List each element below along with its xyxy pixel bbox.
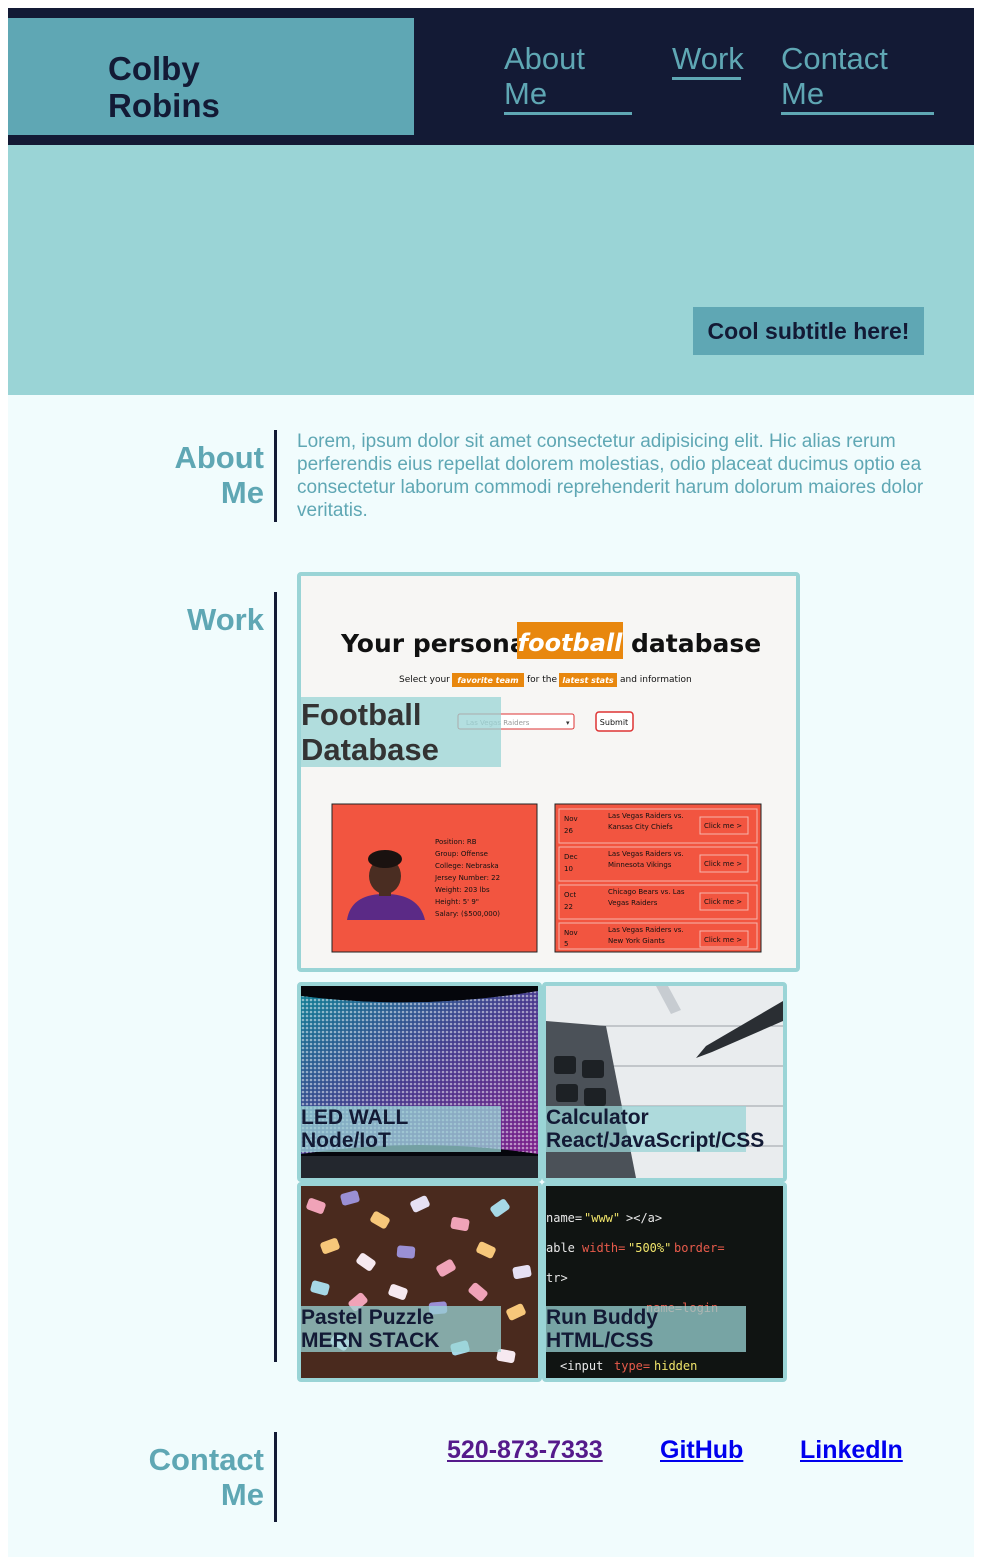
svg-text:10: 10 xyxy=(564,865,573,873)
svg-text:Height: 5' 9": Height: 5' 9" xyxy=(435,898,479,906)
about-divider xyxy=(274,430,277,522)
page: Colby Robins About Me Work Contact Me Co… xyxy=(8,8,974,1557)
svg-text:hidden: hidden xyxy=(654,1359,697,1373)
svg-text:Click me >: Click me > xyxy=(704,898,742,906)
svg-text:type=: type= xyxy=(614,1359,650,1373)
svg-text:Select your: Select your xyxy=(399,675,450,685)
svg-text:Group: Offense: Group: Offense xyxy=(435,850,488,858)
svg-text:Click me >: Click me > xyxy=(704,822,742,830)
svg-text:favorite team: favorite team xyxy=(457,676,518,685)
work-divider xyxy=(274,592,277,1362)
svg-text:Dec: Dec xyxy=(564,853,578,861)
svg-text:Chicago Bears vs. Las: Chicago Bears vs. Las xyxy=(608,888,685,896)
svg-text:Las Vegas Raiders vs.: Las Vegas Raiders vs. xyxy=(608,850,684,858)
about-text: Lorem, ipsum dolor sit amet consectetur … xyxy=(297,431,924,521)
svg-text:Minnesota Vikings: Minnesota Vikings xyxy=(608,861,672,869)
work-title: Work xyxy=(187,602,264,637)
project-label-pastel-puzzle: Pastel Puzzle MERN STACK xyxy=(301,1306,501,1352)
about-title: About Me xyxy=(174,440,264,510)
svg-text:Submit: Submit xyxy=(600,718,628,727)
project-label-led-wall: LED WALL Node/IoT xyxy=(301,1106,501,1152)
svg-text:latest stats: latest stats xyxy=(562,676,614,685)
football-database-screenshot: Your personal football database Select y… xyxy=(301,576,796,968)
project-label-calculator: Calculator React/JavaScript/CSS xyxy=(546,1106,765,1152)
svg-text:Click me >: Click me > xyxy=(704,860,742,868)
svg-text:Las Vegas Raiders vs.: Las Vegas Raiders vs. xyxy=(608,926,684,934)
svg-text:"www": "www" xyxy=(584,1211,620,1225)
svg-text:22: 22 xyxy=(564,903,573,911)
project-run-buddy[interactable]: name= "www" ></a> able width= "500%" border= … xyxy=(542,1182,787,1382)
svg-text:5: 5 xyxy=(564,940,568,948)
project-label-football-database: Football Database xyxy=(301,697,501,767)
linkedin-link[interactable]: LinkedIn xyxy=(800,1436,903,1465)
nav-contact-me[interactable]: Contact Me xyxy=(781,41,934,115)
project-label-run-buddy: Run Buddy HTML/CSS xyxy=(546,1306,746,1352)
svg-text:▾: ▾ xyxy=(566,719,570,727)
svg-text:"500%": "500%" xyxy=(628,1241,671,1255)
svg-text:Nov: Nov xyxy=(564,815,578,823)
svg-text:tr>: tr> xyxy=(546,1271,568,1285)
contact-divider xyxy=(274,1432,277,1522)
phone-link[interactable]: 520-873-7333 xyxy=(447,1436,603,1465)
project-pastel-puzzle[interactable]: Pastel Puzzle MERN STACK xyxy=(297,1182,542,1382)
svg-text:for the: for the xyxy=(527,675,557,685)
hero-banner: Cool subtitle here! xyxy=(8,145,974,395)
svg-text:Las Vegas Raiders vs.: Las Vegas Raiders vs. xyxy=(608,812,684,820)
hero-subtitle: Cool subtitle here! xyxy=(693,307,924,355)
github-link[interactable]: GitHub xyxy=(660,1436,743,1465)
svg-text:border=: border= xyxy=(674,1241,725,1255)
svg-text:<input: <input xyxy=(560,1359,603,1373)
nav-work[interactable]: Work xyxy=(672,41,744,80)
fb-heading-post: database xyxy=(631,629,761,658)
svg-text:Position: RB: Position: RB xyxy=(435,838,477,846)
svg-text:Salary: ($500,000): Salary: ($500,000) xyxy=(435,910,500,918)
svg-text:26: 26 xyxy=(564,827,573,835)
nav-about-me[interactable]: About Me xyxy=(504,41,632,115)
fb-heading-pre: Your personal xyxy=(340,629,535,658)
svg-text:Vegas Raiders: Vegas Raiders xyxy=(608,899,658,907)
contact-title: Contact Me xyxy=(148,1442,264,1512)
svg-text:Jersey Number: 22: Jersey Number: 22 xyxy=(434,874,500,882)
svg-text:New York Giants: New York Giants xyxy=(608,937,665,945)
svg-text:Nov: Nov xyxy=(564,929,578,937)
project-calculator[interactable]: Calculator React/JavaScript/CSS xyxy=(542,982,787,1182)
svg-text:Click me >: Click me > xyxy=(704,936,742,944)
svg-text:Oct: Oct xyxy=(564,891,576,899)
svg-text:and information: and information xyxy=(620,675,692,685)
svg-text:College: Nebraska: College: Nebraska xyxy=(435,862,499,870)
svg-text:Weight: 203 lbs: Weight: 203 lbs xyxy=(435,886,490,894)
project-football-database[interactable]: Your personal football database Select y… xyxy=(297,572,800,972)
svg-text:width=: width= xyxy=(582,1241,625,1255)
svg-text:Kansas City Chiefs: Kansas City Chiefs xyxy=(608,823,673,831)
svg-text:></a>: ></a> xyxy=(626,1211,662,1225)
name-box: Colby Robins xyxy=(8,18,414,135)
site-header: Colby Robins About Me Work Contact Me xyxy=(8,8,974,145)
site-name: Colby Robins xyxy=(108,50,220,124)
svg-text:able: able xyxy=(546,1241,575,1255)
fb-heading-highlight: football xyxy=(518,629,623,657)
svg-text:name=: name= xyxy=(546,1211,582,1225)
project-led-wall[interactable]: LED WALL Node/IoT xyxy=(297,982,542,1182)
